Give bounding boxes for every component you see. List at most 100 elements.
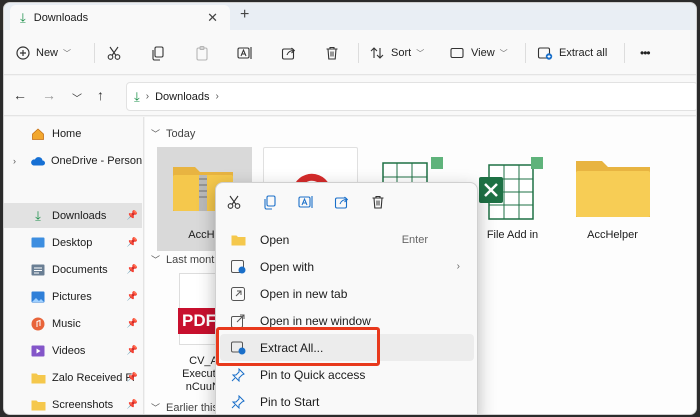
navigation-pane: Home › OneDrive - Persona ⤓ Downloads 📌 …	[4, 117, 144, 414]
copy-action[interactable]	[252, 194, 288, 213]
sidebar-item-videos[interactable]: Videos 📌	[4, 338, 142, 363]
view-button[interactable]: View ﹀	[449, 42, 508, 64]
pin-icon[interactable]: 📌	[127, 237, 138, 248]
new-tab-icon	[230, 286, 246, 301]
cut-action[interactable]	[216, 194, 252, 213]
up-arrow-icon[interactable]: ↑	[97, 87, 104, 103]
sort-icon	[369, 45, 385, 61]
clipboard-icon	[194, 45, 210, 61]
sort-button[interactable]: Sort ﹀	[369, 42, 424, 64]
sidebar-item-home[interactable]: Home	[4, 121, 142, 146]
sidebar-item-label: OneDrive - Persona	[51, 154, 142, 167]
sidebar-item-label: Videos	[52, 344, 86, 357]
share-button[interactable]	[281, 42, 297, 64]
trash-icon	[370, 194, 386, 213]
menu-item-open-with[interactable]: Open with ›	[220, 253, 474, 280]
view-icon	[449, 45, 465, 61]
add-icon	[16, 46, 30, 60]
chevron-down-icon: ﹀	[416, 48, 425, 58]
shortcut-text: Enter	[401, 233, 428, 246]
sidebar-item-desktop[interactable]: Desktop 📌	[4, 230, 142, 255]
new-tab-button[interactable]: +	[240, 6, 249, 24]
more-button[interactable]: •••	[640, 42, 651, 64]
chevron-right-icon: ›	[456, 261, 460, 272]
menu-item-open[interactable]: Open Enter	[220, 226, 474, 253]
new-label: New	[36, 47, 59, 59]
new-window-icon	[230, 314, 246, 328]
file-tile-file-add-in[interactable]: File Add in	[465, 147, 560, 251]
folder-icon	[230, 234, 246, 246]
sidebar-item-label: Downloads	[52, 209, 107, 222]
sidebar-item-label: Music	[52, 317, 81, 330]
sidebar-item-zalo[interactable]: Zalo Received Fi 📌	[4, 365, 142, 390]
rename-button[interactable]	[237, 42, 253, 64]
address-bar[interactable]: ⤓ › Downloads ›	[126, 82, 696, 111]
sidebar-item-downloads[interactable]: ⤓ Downloads 📌	[4, 203, 142, 228]
file-explorer-window: ⤓ Downloads ✕ + New ﹀ Sort ﹀ View ﹀ Extr…	[3, 2, 697, 415]
videos-icon	[30, 345, 46, 357]
pin-icon[interactable]: 📌	[127, 345, 138, 356]
rename-icon	[237, 45, 253, 61]
share-icon	[334, 194, 350, 213]
tab-downloads[interactable]: ⤓ Downloads ✕	[10, 5, 230, 30]
pin-icon[interactable]: 📌	[127, 318, 138, 329]
download-icon: ⤓	[20, 9, 26, 25]
menu-item-pin-start[interactable]: Pin to Start	[220, 388, 474, 414]
chevron-down-icon: ﹀	[499, 48, 508, 58]
copy-icon	[262, 194, 278, 213]
sidebar-item-label: Documents	[52, 263, 108, 276]
forward-arrow-icon[interactable]: →	[42, 87, 56, 103]
close-tab-icon[interactable]: ✕	[207, 10, 218, 26]
divider	[358, 43, 359, 63]
pin-icon[interactable]: 📌	[127, 264, 138, 275]
copy-icon	[150, 45, 166, 61]
paste-button[interactable]	[194, 42, 210, 64]
menu-item-label: Pin to Quick access	[260, 367, 366, 382]
menu-item-label: Open in new tab	[260, 286, 348, 301]
menu-item-label: Open in new window	[260, 313, 371, 328]
chevron-right-icon[interactable]: ›	[13, 156, 16, 166]
breadcrumb-downloads[interactable]: Downloads	[155, 91, 209, 103]
sidebar-item-music[interactable]: Music 📌	[4, 311, 142, 336]
share-action[interactable]	[324, 194, 360, 213]
new-button[interactable]: New ﹀	[16, 42, 71, 64]
recent-locations-icon[interactable]: ﹀	[72, 90, 82, 105]
sidebar-item-label: Pictures	[52, 290, 92, 303]
pin-icon[interactable]: 📌	[127, 399, 138, 410]
rename-action[interactable]	[288, 194, 324, 213]
sidebar-item-screenshots[interactable]: Screenshots 📌	[4, 392, 142, 414]
download-icon: ⤓	[134, 88, 140, 104]
extract-all-button[interactable]: Extract all	[537, 42, 607, 64]
folder-icon	[30, 372, 46, 384]
chevron-right-icon[interactable]: ›	[216, 91, 219, 102]
trash-icon	[324, 45, 340, 61]
share-icon	[281, 45, 297, 61]
divider	[624, 43, 625, 63]
sidebar-item-onedrive[interactable]: › OneDrive - Persona	[4, 148, 142, 173]
delete-button[interactable]	[324, 42, 340, 64]
file-tile-acchelper-folder[interactable]: AccHelper	[565, 147, 660, 251]
sidebar-item-pictures[interactable]: Pictures 📌	[4, 284, 142, 309]
documents-icon	[30, 264, 46, 276]
copy-button[interactable]	[150, 42, 166, 64]
pin-icon[interactable]: 📌	[127, 291, 138, 302]
delete-action[interactable]	[360, 194, 396, 213]
pin-icon[interactable]: 📌	[127, 210, 138, 221]
group-header-last-month[interactable]: ﹀ Last month	[151, 253, 220, 266]
chevron-down-icon: ﹀	[151, 403, 161, 413]
pin-icon[interactable]: 📌	[127, 372, 138, 383]
sidebar-item-documents[interactable]: Documents 📌	[4, 257, 142, 282]
group-header-earlier[interactable]: ﹀ Earlier this	[151, 401, 218, 414]
download-icon: ⤓	[35, 207, 41, 223]
menu-item-open-new-tab[interactable]: Open in new tab	[220, 280, 474, 307]
group-label: Earlier this	[166, 401, 218, 414]
scissors-icon	[106, 45, 122, 61]
group-header-today[interactable]: ﹀ Today	[151, 127, 195, 140]
command-bar: New ﹀ Sort ﹀ View ﹀ Extract all •••	[4, 30, 696, 75]
tab-title: Downloads	[33, 11, 89, 24]
home-icon	[30, 127, 46, 141]
folder-icon	[30, 399, 46, 411]
divider	[94, 43, 95, 63]
cut-button[interactable]	[106, 42, 122, 64]
back-arrow-icon[interactable]: ←	[13, 87, 27, 103]
